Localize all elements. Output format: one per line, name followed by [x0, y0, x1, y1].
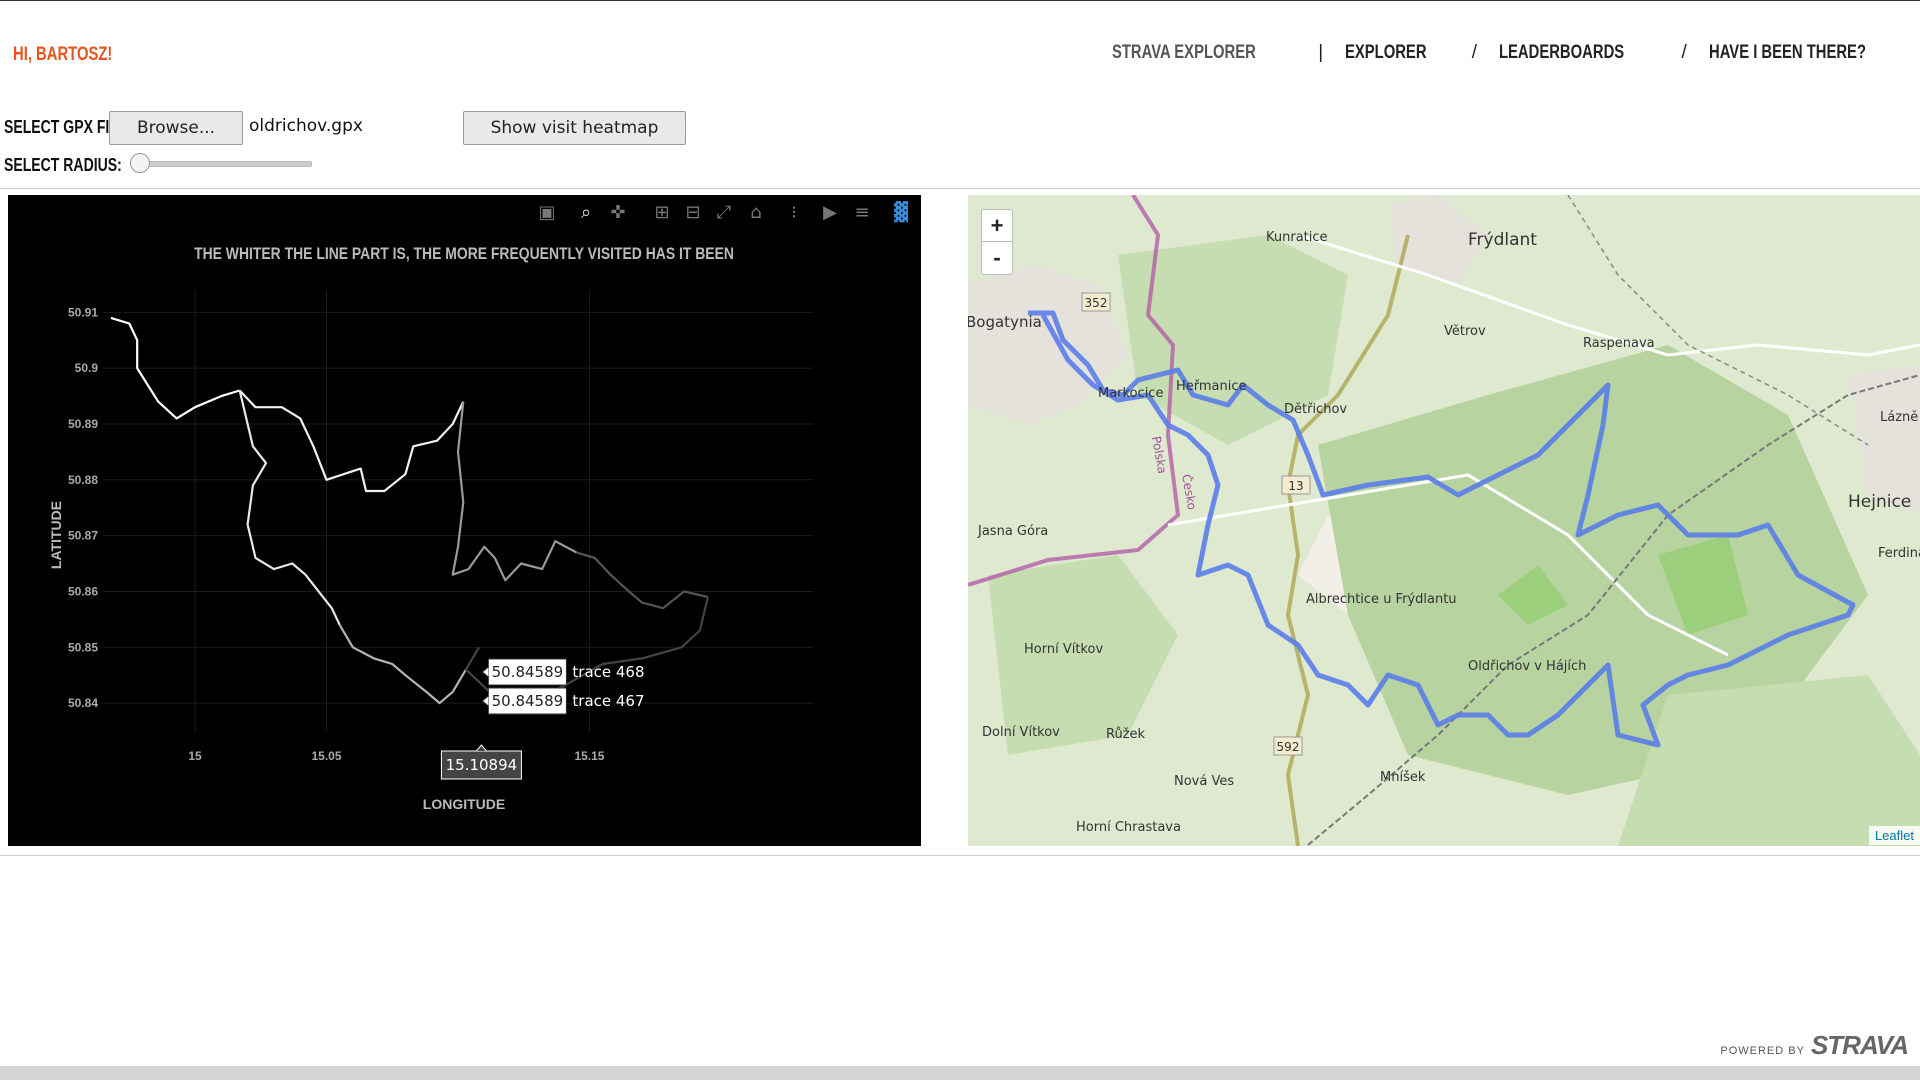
- plotly-logo-icon[interactable]: ▓: [894, 201, 908, 223]
- nav-leaderboards[interactable]: LEADERBOARDS: [1499, 42, 1624, 64]
- radius-slider-thumb[interactable]: [129, 153, 150, 173]
- radius-slider[interactable]: [130, 161, 312, 167]
- hover-trace-label: 50.84589 trace 468: [481, 658, 645, 686]
- strava-logo: STRAVA: [1810, 1030, 1909, 1060]
- route-trace[interactable]: [464, 596, 709, 705]
- map-zoom-out-button[interactable]: -: [981, 242, 1013, 275]
- map-place-label: Větrov: [1444, 324, 1486, 339]
- spike-lines-icon[interactable]: ⁝: [791, 202, 797, 223]
- map-place-label: Růžek: [1106, 727, 1146, 742]
- zoom-in-icon[interactable]: ⊞: [654, 202, 669, 223]
- y-tick-label: 50.86: [68, 584, 98, 598]
- home-icon[interactable]: ⌂: [750, 202, 761, 223]
- hover-trace-label: 50.84589 trace 467: [481, 687, 645, 715]
- map-place-label: Horní Chrastava: [1076, 820, 1181, 835]
- route-trace[interactable]: [575, 551, 709, 610]
- y-tick-label: 50.88: [68, 473, 98, 487]
- map-place-label: Albrechtice u Frýdlantu: [1306, 592, 1457, 607]
- powered-by-text: POWERED BY: [1720, 1045, 1805, 1057]
- map-place-label: Dolní Vítkov: [982, 725, 1060, 740]
- top-border: [0, 0, 1920, 1]
- nav-separator: /: [1681, 42, 1687, 63]
- browse-button[interactable]: Browse...: [109, 111, 243, 145]
- hover-trace-name: trace 467: [572, 692, 644, 710]
- road-number: 592: [1277, 740, 1300, 754]
- map-place-label: Jasna Góra: [977, 524, 1048, 539]
- hover-trace-name: trace 468: [572, 663, 644, 681]
- x-tick-label: 15.05: [312, 749, 342, 763]
- hover-closest-icon[interactable]: ▶: [823, 202, 837, 223]
- y-tick-label: 50.84: [68, 696, 98, 710]
- map-place-label: Oldřichov v Hájích: [1468, 659, 1586, 674]
- nav-strava-explorer[interactable]: STRAVA EXPLORER: [1112, 42, 1256, 64]
- map-canvas[interactable]: Frýdlant Kunratice Bogatynia Markocice Heřma…: [968, 195, 1920, 846]
- horizontal-scrollbar[interactable]: [0, 1066, 1920, 1080]
- chart-title: THE WHITER THE LINE PART IS, THE MORE FR…: [194, 245, 734, 264]
- route-trace[interactable]: [451, 401, 577, 582]
- map-place-label: Nová Ves: [1174, 774, 1234, 789]
- nav-explorer[interactable]: EXPLORER: [1345, 42, 1427, 64]
- map-place-label: Raspenava: [1583, 336, 1655, 351]
- map-attribution-link[interactable]: Leaflet: [1868, 826, 1920, 845]
- map-place-label: Horní Vítkov: [1024, 642, 1103, 657]
- route-chart[interactable]: ▣ ⌕ ✜ ⊞ ⊟ ⤢ ⌂ ⁝ ▶ ≡ ▓ THE WHITER THE LINE PART IS,…: [8, 195, 921, 846]
- show-heatmap-button[interactable]: Show visit heatmap: [463, 111, 686, 145]
- hover-x-label: 15.10894: [440, 744, 522, 780]
- map-place-label: Markocice: [1098, 386, 1163, 401]
- chart-modebar: ▣ ⌕ ✜ ⊞ ⊟ ⤢ ⌂ ⁝ ▶ ≡ ▓: [538, 201, 908, 223]
- chart-grid: [103, 290, 813, 731]
- zoom-out-icon[interactable]: ⊟: [685, 202, 700, 223]
- x-axis-label: LONGITUDE: [423, 796, 505, 812]
- route-trace[interactable]: [338, 624, 467, 705]
- y-tick-label: 50.89: [68, 417, 98, 431]
- road-number: 352: [1085, 296, 1108, 310]
- map-place-label: Hejnice: [1848, 492, 1911, 512]
- hover-labels: 15.10894 50.84589 trace 468 50.84589 trace 4…: [440, 658, 645, 780]
- nav-have-i-been-there[interactable]: HAVE I BEEN THERE?: [1709, 42, 1866, 64]
- hover-compare-icon[interactable]: ≡: [854, 202, 869, 223]
- chart-canvas[interactable]: ▣ ⌕ ✜ ⊞ ⊟ ⤢ ⌂ ⁝ ▶ ≡ ▓ THE WHITER THE LINE PART IS,…: [8, 195, 921, 846]
- hover-x-value: 15.10894: [446, 756, 518, 774]
- map-place-label: Mníšek: [1380, 770, 1426, 785]
- greeting: HI, BARTOSZ!: [13, 44, 113, 65]
- map-place-label: Dětřichov: [1284, 402, 1347, 417]
- route-trace[interactable]: [238, 389, 465, 493]
- map-place-label: Bogatynia: [968, 313, 1042, 331]
- top-nav: STRAVA EXPLORER | EXPLORER / LEADERBOARD…: [1112, 42, 1910, 64]
- map-zoom-in-button[interactable]: +: [981, 209, 1013, 242]
- zoom-icon[interactable]: ⌕: [581, 202, 591, 223]
- route-map[interactable]: Frýdlant Kunratice Bogatynia Markocice Heřma…: [968, 195, 1920, 846]
- autoscale-icon[interactable]: ⤢: [717, 202, 732, 223]
- y-tick-label: 50.91: [68, 305, 98, 319]
- nav-separator: /: [1471, 42, 1477, 63]
- selected-file-name: oldrichov.gpx: [249, 116, 363, 136]
- map-place-label: Lázně Libverda: [1880, 410, 1920, 425]
- pan-icon[interactable]: ✜: [610, 202, 625, 223]
- nav-separator: |: [1318, 42, 1324, 63]
- powered-by-strava: POWERED BY STRAVA: [1720, 1030, 1909, 1061]
- map-place-label: Frýdlant: [1468, 230, 1537, 250]
- y-tick-label: 50.85: [68, 640, 98, 654]
- x-tick-label: 15: [188, 749, 202, 763]
- y-tick-label: 50.87: [68, 529, 98, 543]
- y-axis-label: LATITUDE: [48, 501, 64, 569]
- y-axis-ticks: 50.84 50.85 50.86 50.87 50.88 50.89 50.9 50.91: [68, 305, 98, 710]
- map-place-label: Heřmanice: [1176, 379, 1247, 394]
- x-tick-label: 15.15: [574, 749, 604, 763]
- map-place-label: Kunratice: [1266, 230, 1328, 245]
- camera-icon[interactable]: ▣: [538, 202, 555, 223]
- road-number: 13: [1288, 479, 1303, 493]
- route-traces[interactable]: [110, 316, 709, 705]
- map-place-label: Ferdinandov: [1878, 546, 1920, 561]
- hover-value: 50.84589: [492, 663, 564, 681]
- x-axis-ticks: 15 15.05 15.15: [188, 749, 604, 763]
- route-trace[interactable]: [238, 390, 341, 626]
- y-tick-label: 50.9: [75, 361, 99, 375]
- hover-value: 50.84589: [492, 692, 564, 710]
